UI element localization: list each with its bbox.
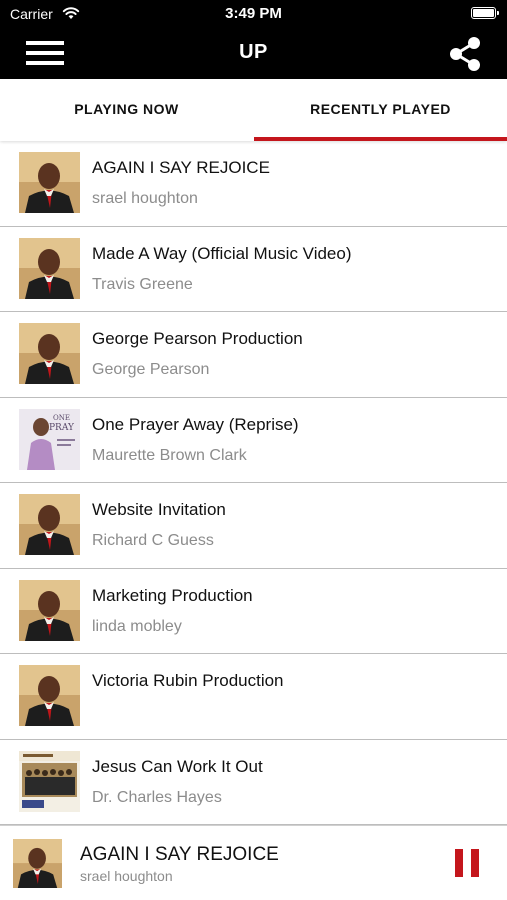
- tab-label: RECENTLY PLAYED: [310, 101, 451, 117]
- track-title: Jesus Can Work It Out: [92, 756, 263, 776]
- battery-icon: [471, 7, 496, 19]
- tab-playing-now[interactable]: PLAYING NOW: [0, 79, 253, 141]
- track-artist: srael houghton: [92, 190, 198, 207]
- share-icon[interactable]: [447, 36, 483, 72]
- album-art: [19, 152, 80, 213]
- nav-bar: UP: [0, 28, 507, 79]
- track-title: Victoria Rubin Production: [92, 671, 284, 690]
- list-item[interactable]: Victoria Rubin Production: [0, 654, 507, 740]
- album-art: [19, 494, 80, 555]
- tab-label: PLAYING NOW: [74, 101, 179, 117]
- track-title: AGAIN I SAY REJOICE: [92, 158, 270, 177]
- album-art: [19, 238, 80, 299]
- album-art: [19, 409, 80, 470]
- list-item[interactable]: AGAIN I SAY REJOICE srael houghton: [0, 141, 507, 227]
- tab-bar: PLAYING NOW RECENTLY PLAYED: [0, 79, 507, 141]
- now-playing-artist: srael houghton: [80, 868, 173, 884]
- track-title: Made A Way (Official Music Video): [92, 243, 352, 263]
- track-artist: George Pearson: [92, 361, 210, 378]
- list-item[interactable]: Marketing Production linda mobley: [0, 569, 507, 654]
- list-item[interactable]: George Pearson Production George Pearson: [0, 312, 507, 398]
- track-artist: Travis Greene: [92, 275, 193, 293]
- album-art: [19, 580, 80, 641]
- now-playing-bar[interactable]: AGAIN I SAY REJOICE srael houghton: [0, 825, 507, 900]
- page-title: UP: [239, 41, 268, 63]
- track-title: Website Invitation: [92, 500, 226, 519]
- list-item[interactable]: One Prayer Away (Reprise) Maurette Brown…: [0, 398, 507, 483]
- pause-icon[interactable]: [455, 849, 479, 877]
- status-bar: Carrier 3:49 PM: [0, 0, 507, 28]
- battery-tip: [497, 11, 499, 15]
- list-item[interactable]: Website Invitation Richard C Guess: [0, 483, 507, 569]
- list-item[interactable]: Jesus Can Work It Out Dr. Charles Hayes: [0, 740, 507, 825]
- album-art: [19, 665, 80, 726]
- track-title: George Pearson Production: [92, 329, 303, 348]
- track-title: One Prayer Away (Reprise): [92, 414, 299, 434]
- now-playing-title: AGAIN I SAY REJOICE: [80, 844, 279, 865]
- list-item[interactable]: Made A Way (Official Music Video) Travis…: [0, 227, 507, 312]
- track-title: Marketing Production: [92, 585, 253, 605]
- track-artist: linda mobley: [92, 617, 182, 635]
- track-artist: Dr. Charles Hayes: [92, 788, 222, 806]
- album-art: [19, 323, 80, 384]
- album-art: [19, 751, 80, 812]
- now-playing-album-art: [13, 839, 62, 888]
- track-artist: Richard C Guess: [92, 532, 214, 549]
- recently-played-list: AGAIN I SAY REJOICE srael houghton Made …: [0, 141, 507, 825]
- clock: 3:49 PM: [225, 5, 282, 22]
- hamburger-menu-icon[interactable]: [26, 39, 64, 67]
- track-artist: Maurette Brown Clark: [92, 446, 247, 464]
- tab-recently-played[interactable]: RECENTLY PLAYED: [254, 79, 507, 141]
